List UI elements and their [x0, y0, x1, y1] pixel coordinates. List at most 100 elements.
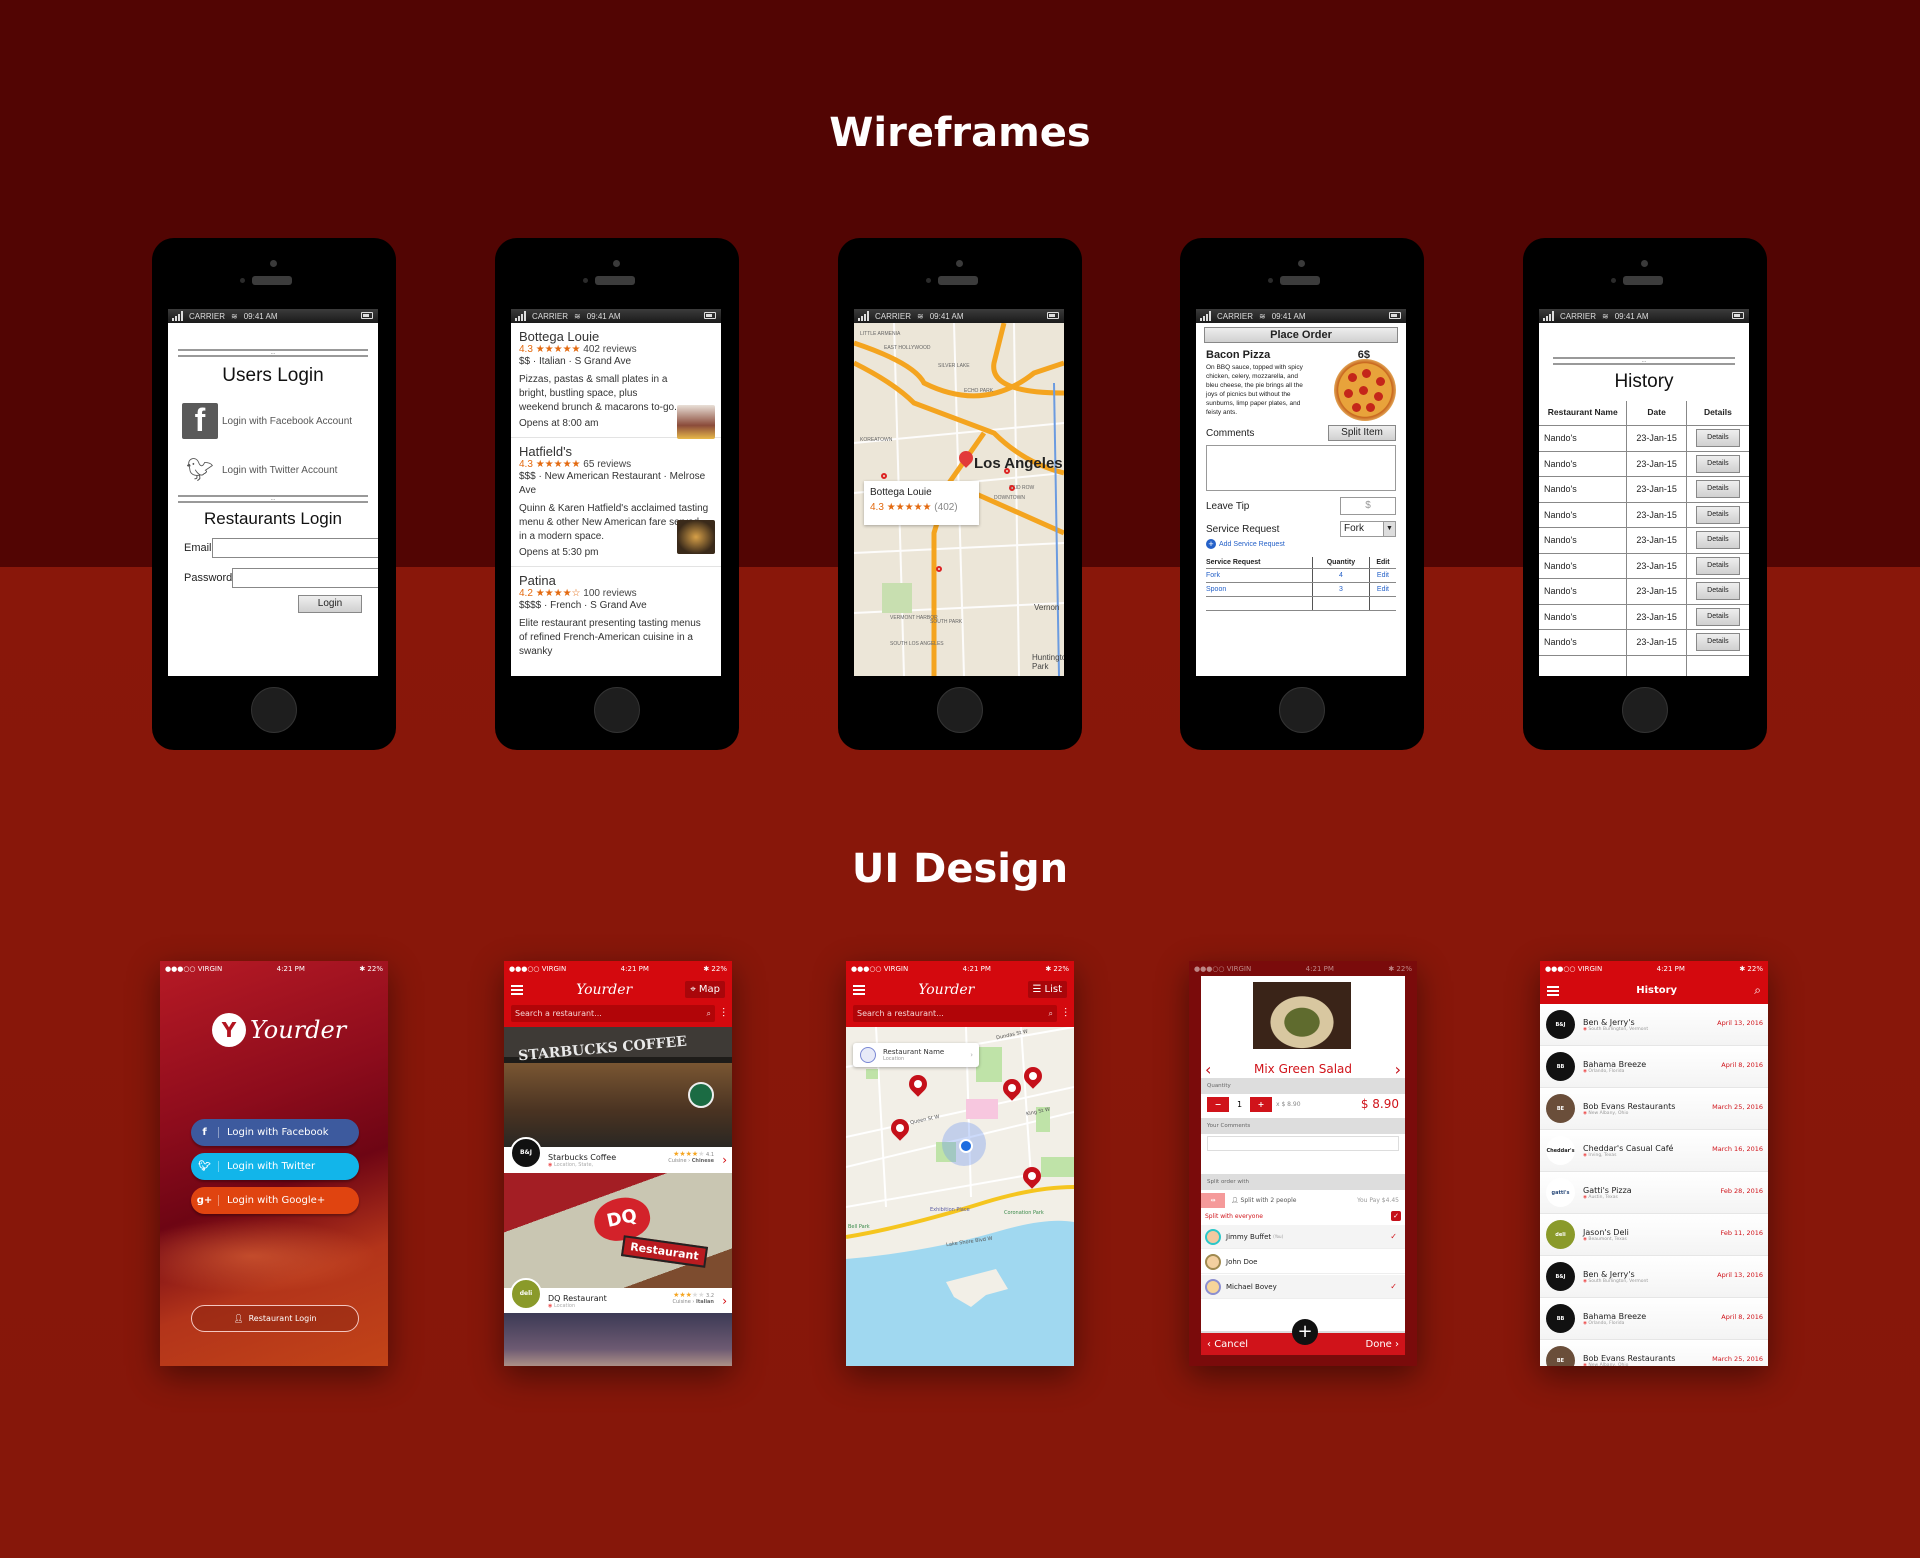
map-marker-icon[interactable] [1004, 468, 1010, 474]
done-button[interactable]: Done › [1366, 1339, 1400, 1350]
twitter-login-button[interactable]: 🐦︎ Login with Twitter Account [182, 457, 364, 483]
home-button[interactable] [1279, 687, 1325, 733]
search-input[interactable]: Search a restaurant... ⌕ [511, 1005, 715, 1022]
increment-button[interactable]: + [1250, 1096, 1272, 1112]
facebook-icon: f [191, 1127, 219, 1138]
details-button[interactable]: Details [1695, 607, 1740, 626]
add-service-request-link[interactable]: + Add Service Request [1206, 539, 1396, 549]
history-list-item[interactable]: B&J Ben & Jerry's ◉ South Burlington, Verm… [1540, 1004, 1768, 1046]
map-pin-icon: ⌖ [690, 984, 696, 995]
comments-input[interactable] [1207, 1136, 1399, 1151]
details-button[interactable]: Details [1695, 454, 1740, 473]
menu-icon[interactable] [853, 984, 865, 995]
restaurant-list-item[interactable]: Bottega Louie 4.3 ★★★★★ 402 reviews $$ ·… [511, 323, 721, 439]
person-row[interactable]: Michael Bovey ✓ [1201, 1275, 1405, 1299]
checkbox-checked-icon[interactable]: ✓ [1391, 1211, 1401, 1221]
search-icon[interactable]: ⌕ [1754, 983, 1761, 998]
comments-textarea[interactable] [1206, 445, 1396, 491]
sensor-icon [1611, 278, 1616, 283]
place-order-button[interactable]: Place Order [1204, 327, 1398, 343]
clock: 09:41 AM [929, 311, 964, 321]
history-list-item[interactable]: BB Bahama Breeze ◉ Orlando, Florida April 8… [1540, 1298, 1768, 1340]
password-label: Password [184, 572, 233, 584]
map-view-button[interactable]: ⌖ Map [685, 981, 725, 998]
list-view-button[interactable]: ☰ List [1027, 981, 1067, 998]
history-list-item[interactable]: BE Bob Evans Restaurants ◉ New Albany, Ohi… [1540, 1088, 1768, 1130]
history-list-item[interactable]: BB Bahama Breeze ◉ Orlando, Florida April 8… [1540, 1046, 1768, 1088]
filter-icon[interactable]: ⫶ [722, 1006, 725, 1021]
details-button[interactable]: Details [1695, 429, 1740, 448]
details-button[interactable]: Details [1695, 582, 1740, 601]
history-title: History [1636, 985, 1678, 996]
edit-link[interactable]: Edit [1368, 568, 1396, 583]
map-marker-icon[interactable] [936, 566, 942, 572]
history-list-item[interactable]: gatti's Gatti's Pizza ◉ Austin, Texas Feb 2… [1540, 1172, 1768, 1214]
home-button[interactable] [937, 687, 983, 733]
password-field[interactable] [232, 568, 378, 588]
login-button[interactable]: Login [298, 595, 362, 613]
restaurant-photo[interactable]: STARBUCKS COFFEE [504, 1027, 732, 1147]
person-row[interactable]: John Doe [1201, 1250, 1405, 1274]
chevron-right-icon[interactable]: › [722, 1294, 727, 1308]
login-twitter-button[interactable]: 🐦︎ Login with Twitter [191, 1153, 359, 1180]
restaurant-photo[interactable]: DQ Restaurant [504, 1173, 732, 1288]
home-button[interactable] [594, 687, 640, 733]
clock: 09:41 AM [243, 311, 278, 321]
person-row[interactable]: Jimmy Buffet (You) ✓ [1201, 1225, 1405, 1249]
battery-icon: ✱ 22% [703, 965, 727, 973]
restaurant-list-item[interactable]: Patina 4.2 ★★★★☆ 100 reviews $$$$ · Fren… [511, 567, 721, 665]
order-date: 23-Jan-15 [1626, 451, 1687, 477]
quantity-value[interactable]: 1 [1229, 1096, 1250, 1112]
restaurant-list-item[interactable]: Hatfield's 4.3 ★★★★★ 65 reviews $$$ · Ne… [511, 438, 721, 567]
menu-icon[interactable] [1547, 985, 1559, 996]
speaker-icon [1623, 276, 1663, 285]
login-facebook-button[interactable]: f Login with Facebook [191, 1119, 359, 1146]
map-info-window[interactable]: Bottega Louie 4.3 ★★★★★ (402) [864, 481, 979, 525]
carrier-label: CARRIER [1560, 311, 1597, 321]
add-item-button[interactable]: + [1292, 1319, 1318, 1345]
history-list-item[interactable]: Cheddar's Cheddar's Casual Café ◉ Irving, … [1540, 1130, 1768, 1172]
cancel-button[interactable]: ‹ Cancel [1207, 1339, 1248, 1350]
edit-link[interactable]: Edit [1368, 582, 1396, 597]
map-view[interactable]: LITTLE ARMENIA EAST HOLLYWOOD SILVER LAK… [854, 323, 1064, 676]
you-pay-amount: You Pay $4.45 [1357, 1197, 1399, 1204]
history-list-item[interactable]: deli Jason's Deli ◉ Beaumont, Texas Feb 11,… [1540, 1214, 1768, 1256]
restaurant-card[interactable]: deli DQ Restaurant ◉ Location ★★★★★ 3.2 … [504, 1278, 732, 1315]
decrement-button[interactable]: − [1207, 1096, 1229, 1112]
search-input[interactable]: Search a restaurant... ⌕ [853, 1005, 1057, 1022]
service-select[interactable]: Fork ▼ [1340, 521, 1396, 537]
next-icon[interactable]: › [1395, 1060, 1401, 1079]
menu-icon[interactable] [511, 984, 523, 995]
restaurant-photo[interactable] [504, 1313, 732, 1366]
restaurant-login-button[interactable]: 👤︎ Restaurant Login [191, 1305, 359, 1332]
history-list-item[interactable]: BE Bob Evans Restaurants ◉ New Albany, Ohi… [1540, 1340, 1768, 1366]
history-list-item[interactable]: B&J Ben & Jerry's ◉ South Burlington, Verm… [1540, 1256, 1768, 1298]
facebook-login-button[interactable]: f Login with Facebook Account [182, 402, 364, 439]
details-button[interactable]: Details [1695, 633, 1740, 652]
details-button[interactable]: Details [1695, 505, 1740, 524]
home-button[interactable] [1622, 687, 1668, 733]
map-label: ECHO PARK [964, 388, 994, 394]
map-marker-icon[interactable] [1009, 485, 1015, 491]
details-button[interactable]: Details [1695, 480, 1740, 499]
map-marker-icon[interactable] [881, 473, 887, 479]
split-item-button[interactable]: Split Item [1328, 425, 1396, 441]
split-everyone-row[interactable]: Split with everyone ✓ [1205, 1209, 1401, 1223]
home-button[interactable] [251, 687, 297, 733]
split-icon[interactable]: ⇹ [1201, 1193, 1225, 1208]
restaurant-callout[interactable]: Restaurant Name Location › [853, 1043, 979, 1067]
map-view[interactable]: Dundas St W Queen St W King St W Exhibit… [846, 1027, 1074, 1366]
email-field[interactable] [211, 538, 378, 558]
chevron-right-icon[interactable]: › [722, 1153, 727, 1167]
battery-icon: ✱ 22% [1388, 965, 1412, 973]
details-button[interactable]: Details [1695, 556, 1740, 575]
restaurant-location: ◉ South Burlington, Vermont [1583, 1026, 1649, 1032]
ui-login-screen: ●●●○○ VIRGIN 4:21 PM ✱ 22% Y Yourder f L… [160, 961, 388, 1366]
restaurant-logo: BE [1546, 1094, 1575, 1123]
restaurant-name: Gatti's Pizza [1583, 1185, 1632, 1195]
login-google-button[interactable]: g+ Login with Google+ [191, 1187, 359, 1214]
tip-input[interactable]: $ [1340, 497, 1396, 515]
restaurant-card[interactable]: B&J Starbucks Coffee ◉ Location, State, … [504, 1137, 732, 1174]
filter-icon[interactable]: ⫶ [1064, 1006, 1067, 1021]
details-button[interactable]: Details [1695, 531, 1740, 550]
